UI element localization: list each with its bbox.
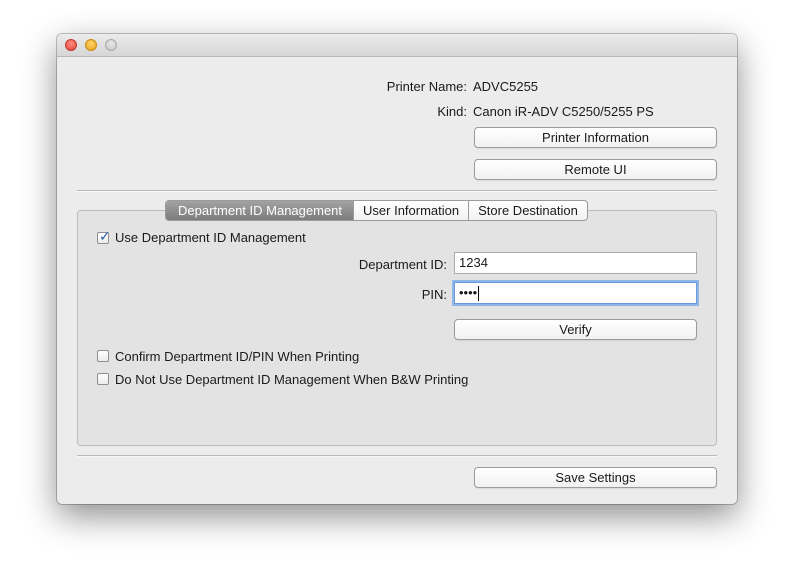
printer-name-value: ADVC5255 <box>473 79 539 94</box>
kind-value: Canon iR-ADV C5250/5255 PS <box>473 104 654 119</box>
department-id-label: Department ID: <box>358 257 447 272</box>
use-department-id-label: Use Department ID Management <box>115 230 306 245</box>
no-dept-id-bw-label: Do Not Use Department ID Management When… <box>115 372 469 387</box>
kind-label: Kind: <box>437 104 467 119</box>
printer-settings-window: Printer Name: ADVC5255 Kind: Canon iR-AD… <box>57 34 737 504</box>
tab-bar: Department ID Management User Informatio… <box>165 200 588 221</box>
verify-button[interactable]: Verify <box>454 319 697 340</box>
zoom-window-icon[interactable] <box>105 39 117 51</box>
minimize-window-icon[interactable] <box>85 39 97 51</box>
tab-user-information[interactable]: User Information <box>353 201 468 220</box>
department-id-input[interactable]: 1234 <box>454 252 697 274</box>
printer-name-label: Printer Name: <box>386 79 467 94</box>
pin-input[interactable]: •••• <box>454 282 697 304</box>
text-caret <box>478 286 480 302</box>
close-window-icon[interactable] <box>65 39 77 51</box>
save-settings-button[interactable]: Save Settings <box>474 467 717 488</box>
pin-masked-value: •••• <box>459 285 478 300</box>
top-separator <box>77 190 717 192</box>
printer-information-button[interactable]: Printer Information <box>474 127 717 148</box>
bottom-separator <box>77 455 717 457</box>
checkmark-icon: ✓ <box>99 228 111 244</box>
tab-department-id-management[interactable]: Department ID Management <box>166 201 354 220</box>
tab-store-destination[interactable]: Store Destination <box>468 201 587 220</box>
confirm-dept-id-pin-checkbox[interactable] <box>97 350 109 362</box>
use-department-id-checkbox[interactable]: ✓ <box>97 228 111 244</box>
remote-ui-button[interactable]: Remote UI <box>474 159 717 180</box>
no-dept-id-bw-checkbox[interactable] <box>97 373 109 385</box>
confirm-dept-id-pin-label: Confirm Department ID/PIN When Printing <box>115 349 360 364</box>
pin-label: PIN: <box>421 287 447 302</box>
title-bar[interactable] <box>57 34 737 57</box>
